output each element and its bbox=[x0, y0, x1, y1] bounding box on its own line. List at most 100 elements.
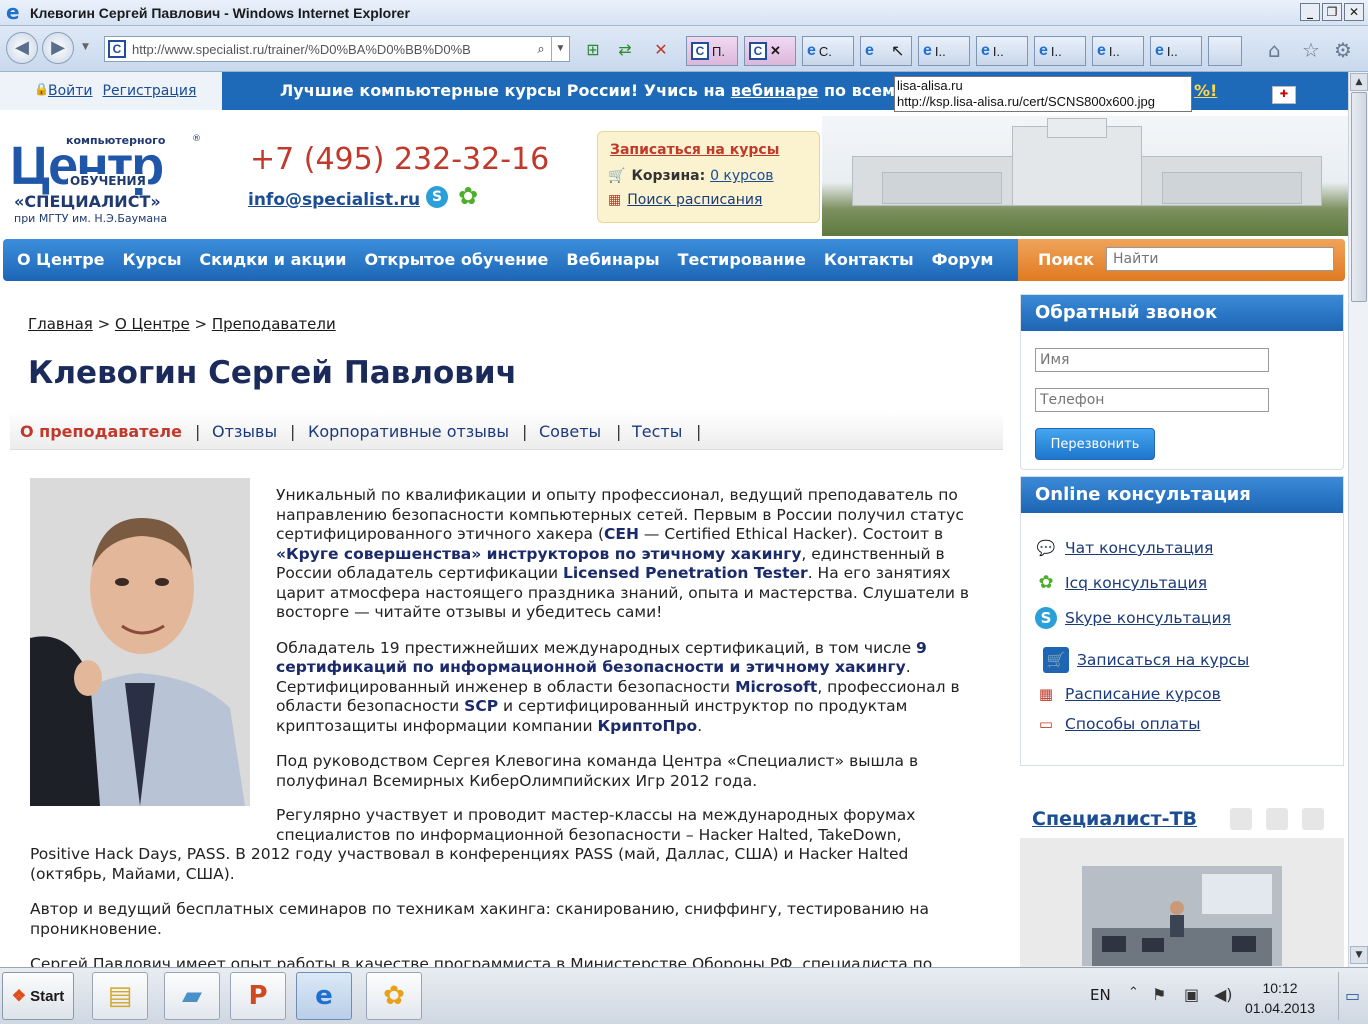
tab-corporate-reviews[interactable]: Корпоративные отзывы bbox=[308, 422, 509, 441]
tab-reviews[interactable]: Отзывы bbox=[212, 422, 277, 441]
explorer-folder-icon[interactable]: ▤ bbox=[92, 972, 148, 1020]
nav-item-testing[interactable]: Тестирование bbox=[678, 250, 806, 269]
tray-expand-icon[interactable]: ⌃ bbox=[1128, 985, 1139, 1000]
register-link[interactable]: Регистрация bbox=[103, 83, 197, 99]
browser-tab[interactable]: e I.. bbox=[1034, 36, 1086, 66]
nav-item-contacts[interactable]: Контакты bbox=[824, 250, 914, 269]
close-window-button[interactable]: ✕ bbox=[1344, 3, 1364, 21]
promo-discount-link[interactable]: %! bbox=[1194, 81, 1217, 100]
internet-explorer-icon[interactable]: e bbox=[296, 972, 352, 1020]
powerpoint-icon[interactable]: P bbox=[230, 972, 286, 1020]
refresh-icon[interactable]: ⇄ bbox=[614, 38, 636, 60]
language-indicator[interactable]: EN bbox=[1090, 986, 1111, 1004]
tab-tips[interactable]: Советы bbox=[539, 422, 601, 441]
callback-title: Обратный звонок bbox=[1021, 295, 1343, 331]
flower-app-icon[interactable]: ✿ bbox=[366, 972, 422, 1020]
tv-prev-button[interactable] bbox=[1230, 808, 1252, 830]
browser-tab[interactable]: e С. bbox=[802, 36, 854, 66]
language-flag-icon[interactable]: ✚ bbox=[1272, 86, 1296, 104]
browser-toolbar: ◀ ▶ ▼ C http://www.specialist.ru/trainer… bbox=[0, 26, 1368, 72]
browser-tab[interactable]: e I.. bbox=[1150, 36, 1202, 66]
address-dropdown-icon[interactable]: ▼ bbox=[551, 37, 569, 61]
nav-item-forum[interactable]: Форум bbox=[932, 250, 994, 269]
search-label: Поиск bbox=[1038, 250, 1094, 269]
address-search-icon[interactable]: ⌕ bbox=[531, 41, 551, 57]
sidebar-link-signup[interactable]: 🛒 Записаться на курсы bbox=[1043, 647, 1249, 673]
nav-item-about[interactable]: О Центре bbox=[17, 250, 105, 269]
sidebar-link-payment[interactable]: ▭ Способы оплаты bbox=[1035, 713, 1201, 735]
home-icon[interactable]: ⌂ bbox=[1268, 38, 1281, 62]
compatibility-icon[interactable]: ⊞ bbox=[582, 38, 604, 60]
page-scrollbar[interactable]: ▲ ▼ bbox=[1348, 72, 1368, 967]
nav-item-open-learning[interactable]: Открытое обучение bbox=[365, 250, 549, 269]
ie-icon: e bbox=[807, 42, 816, 59]
browser-tab[interactable]: C П. bbox=[686, 36, 738, 66]
start-button[interactable]: ❖ Start bbox=[2, 972, 74, 1020]
back-button[interactable]: ◀ bbox=[6, 32, 38, 64]
nav-item-discounts[interactable]: Скидки и акции bbox=[199, 250, 346, 269]
browser-tab-active[interactable]: C ✕ bbox=[744, 36, 796, 66]
specialist-tv-box bbox=[1020, 838, 1344, 967]
schedule-search-link[interactable]: Поиск расписания bbox=[627, 192, 762, 208]
site-logo[interactable]: компьютерного ® Центр ОБУЧЕНИЯ «СПЕЦИАЛИ… bbox=[10, 134, 210, 230]
network-icon[interactable]: ▣ bbox=[1184, 985, 1199, 1004]
nav-item-webinars[interactable]: Вебинары bbox=[566, 250, 659, 269]
breadcrumb-home[interactable]: Главная bbox=[28, 315, 93, 333]
scroll-down-icon[interactable]: ▼ bbox=[1350, 946, 1368, 964]
scroll-thumb[interactable] bbox=[1351, 92, 1367, 302]
contact-phone: +7 (495) 232-32-16 bbox=[250, 142, 550, 177]
browser-tab[interactable]: e I.. bbox=[1092, 36, 1144, 66]
cart-count-link[interactable]: 0 курсов bbox=[710, 168, 774, 184]
address-url[interactable]: http://www.specialist.ru/trainer/%D0%BA%… bbox=[132, 42, 531, 57]
action-center-flag-icon[interactable]: ⚑ bbox=[1152, 985, 1166, 1004]
system-clock[interactable]: 10:12 01.04.2013 bbox=[1228, 978, 1332, 1018]
forward-button[interactable]: ▶ bbox=[42, 32, 74, 64]
signup-courses-link[interactable]: Записаться на курсы bbox=[610, 142, 779, 158]
show-desktop-button[interactable]: ▭ bbox=[1338, 972, 1366, 1020]
browser-tab[interactable]: e I.. bbox=[918, 36, 970, 66]
icq-icon: ✿ bbox=[1038, 572, 1054, 593]
breadcrumb-about[interactable]: О Центре bbox=[115, 315, 190, 333]
breadcrumb-trainers[interactable]: Преподаватели bbox=[212, 315, 336, 333]
bio-highlight: КриптоПро bbox=[597, 716, 698, 735]
skype-icon[interactable]: S bbox=[426, 186, 448, 208]
sidebar-link-chat[interactable]: 💬 Чат консультация bbox=[1035, 537, 1214, 559]
settings-gear-icon[interactable]: ⚙ bbox=[1334, 38, 1352, 62]
bio-text: . bbox=[697, 716, 703, 735]
icq-flower-icon[interactable]: ✿ bbox=[458, 182, 478, 210]
sidebar-link-skype[interactable]: S Skype консультация bbox=[1035, 607, 1231, 629]
search-input[interactable] bbox=[1106, 247, 1334, 271]
nav-item-courses[interactable]: Курсы bbox=[123, 250, 182, 269]
new-tab-button[interactable] bbox=[1208, 36, 1242, 66]
sidebar-link-icq[interactable]: ✿ Icq консультация bbox=[1035, 572, 1207, 594]
restore-button[interactable]: ❐ bbox=[1322, 3, 1342, 21]
classroom-video-thumbnail[interactable] bbox=[1082, 866, 1282, 966]
close-tab-icon[interactable]: ✕ bbox=[770, 43, 781, 59]
cart-status: 🛒 Корзина: 0 курсов bbox=[608, 168, 774, 184]
stop-icon[interactable]: ✕ bbox=[650, 38, 672, 60]
specialist-tv-link[interactable]: Специалист-ТВ bbox=[1032, 808, 1197, 830]
callback-name-input[interactable] bbox=[1035, 348, 1269, 372]
tab-about-trainer[interactable]: О преподавателе bbox=[20, 422, 182, 441]
tab-tests[interactable]: Тесты bbox=[632, 422, 682, 441]
login-link[interactable]: Войти bbox=[48, 83, 93, 99]
contact-email-link[interactable]: info@specialist.ru bbox=[248, 190, 420, 210]
web-page: 🔒 Войти Регистрация Лучшие компьютерные … bbox=[0, 72, 1348, 967]
webinar-link[interactable]: вебинаре bbox=[731, 81, 819, 100]
sidebar-link-schedule[interactable]: ▦ Расписание курсов bbox=[1035, 683, 1221, 705]
notebook-app-icon[interactable]: ▰ bbox=[164, 972, 220, 1020]
history-dropdown-icon[interactable]: ▼ bbox=[82, 42, 89, 52]
callback-phone-input[interactable] bbox=[1035, 388, 1269, 412]
address-bar[interactable]: C http://www.specialist.ru/trainer/%D0%B… bbox=[104, 36, 570, 62]
browser-tab[interactable]: e ↖ bbox=[860, 36, 912, 66]
tv-play-button[interactable] bbox=[1266, 808, 1288, 830]
tv-carousel-controls bbox=[1230, 808, 1324, 830]
browser-tab[interactable]: e I.. bbox=[976, 36, 1028, 66]
page-favicon-icon: C bbox=[108, 40, 126, 58]
ie-icon: e bbox=[923, 42, 932, 59]
minimize-button[interactable]: _ bbox=[1300, 3, 1320, 21]
favorites-star-icon[interactable]: ☆ bbox=[1302, 38, 1320, 62]
tv-next-button[interactable] bbox=[1302, 808, 1324, 830]
scroll-up-icon[interactable]: ▲ bbox=[1350, 73, 1368, 91]
callback-button[interactable]: Перезвонить bbox=[1035, 428, 1155, 460]
